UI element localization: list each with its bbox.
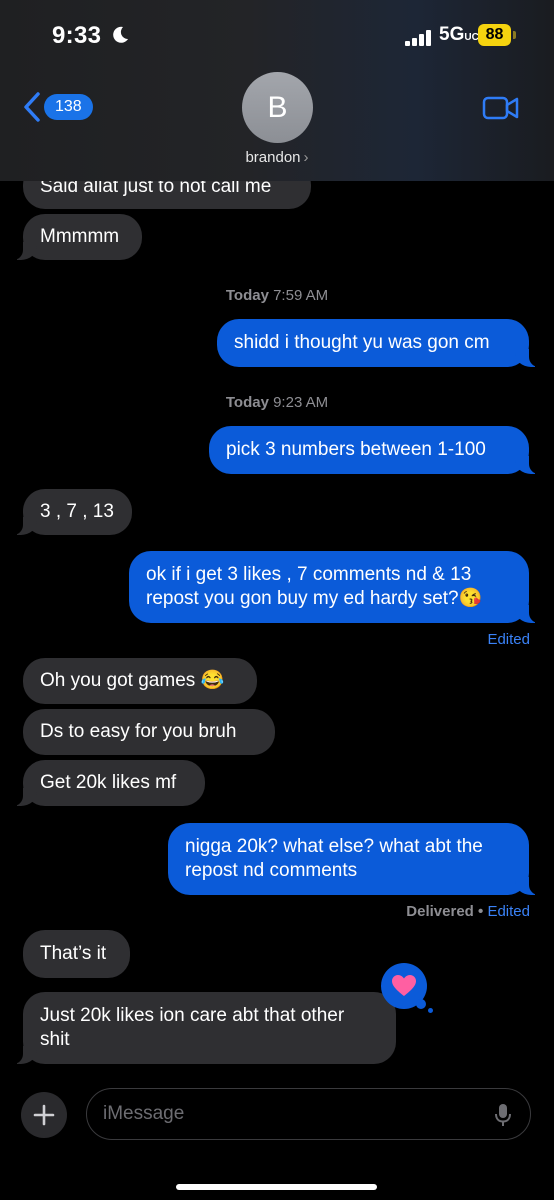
timestamp: Today 9:23 AM [225, 394, 329, 411]
contact-name-button[interactable]: brandon › [0, 149, 554, 166]
message-text: nigga 20k? what else? what abt the [185, 836, 483, 857]
message-text: Ds to easy for you bruh [40, 721, 237, 742]
network-indicator: 5GUC [439, 24, 479, 45]
message-text: pick 3 numbers between 1-100 [226, 439, 486, 460]
message-text: repost nd comments [185, 860, 358, 881]
message-bubble-incoming[interactable]: Mmmmm [13, 214, 142, 260]
message-bubble-incoming[interactable]: Oh you got games 😂 [23, 658, 257, 704]
message-bubble-incoming[interactable]: Just 20k likes ion care abt that other s… [13, 992, 396, 1064]
timestamp: Today 7:59 AM [225, 287, 329, 304]
status-separator: • [478, 903, 484, 920]
signal-icon [405, 30, 435, 46]
imessage-input[interactable]: iMessage [86, 1088, 531, 1140]
edited-link[interactable]: Edited [487, 903, 530, 920]
tapback-tail [428, 1008, 433, 1013]
edited-link[interactable]: Edited [487, 631, 530, 648]
contact-name: brandon [245, 149, 301, 166]
home-indicator[interactable] [176, 1184, 377, 1190]
message-text: 3 , 7 , 13 [40, 501, 114, 522]
message-status: Edited [487, 631, 530, 648]
input-placeholder: iMessage [103, 1103, 185, 1124]
message-bubble-outgoing[interactable]: pick 3 numbers between 1-100 [209, 426, 539, 474]
message-bubble-incoming[interactable]: Get 20k likes mf [13, 760, 205, 806]
message-text: That’s it [40, 943, 107, 964]
back-chevron-icon[interactable] [22, 92, 42, 122]
message-bubble-incoming[interactable]: That’s it [23, 930, 130, 978]
moon-icon [113, 26, 128, 43]
message-text: shit [40, 1029, 70, 1050]
unread-count-badge[interactable]: 138 [44, 94, 93, 120]
message-bubble-incoming[interactable]: Ds to easy for you bruh [23, 709, 275, 755]
tapback-tail [416, 999, 426, 1009]
message-text: ok if i get 3 likes , 7 comments nd & 13 [146, 564, 472, 585]
message-status: Delivered • Edited [406, 903, 530, 920]
battery-tip [513, 31, 516, 39]
status-time: 9:33 [52, 22, 102, 49]
message-text: shidd i thought yu was gon cm [234, 332, 490, 353]
add-attachment-button[interactable] [21, 1092, 67, 1138]
message-text: Mmmmm [40, 226, 120, 247]
message-bubble-outgoing[interactable]: nigga 20k? what else? what abt the repos… [168, 823, 539, 895]
message-bubble-outgoing[interactable]: ok if i get 3 likes , 7 comments nd & 13… [129, 551, 539, 623]
facetime-video-icon[interactable] [482, 95, 520, 121]
message-bubble-incoming[interactable]: 3 , 7 , 13 [13, 489, 132, 535]
message-text: repost you gon buy my ed hardy set?😘 [146, 588, 483, 609]
message-bubble-outgoing[interactable]: shidd i thought yu was gon cm [217, 319, 539, 367]
message-text: Oh you got games 😂 [40, 670, 225, 691]
delivered-label: Delivered [406, 903, 474, 920]
message-text: Get 20k likes mf [40, 772, 177, 793]
conversation-header: 9:33 5GUC 88 138 B brandon › [0, 0, 554, 181]
contact-avatar[interactable]: B [242, 72, 313, 143]
plus-icon [33, 1104, 55, 1126]
chevron-right-icon: › [303, 149, 309, 166]
battery-icon: 88 [478, 24, 511, 46]
message-text: Just 20k likes ion care abt that other [40, 1005, 345, 1026]
microphone-icon[interactable] [495, 1103, 511, 1127]
